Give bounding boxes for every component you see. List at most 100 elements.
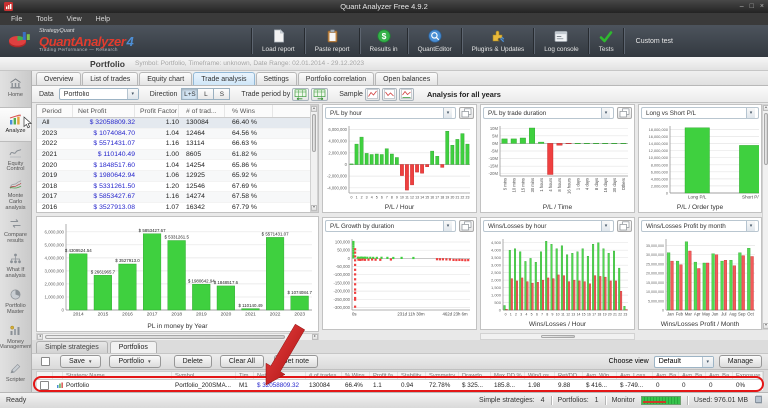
maximize-button[interactable]: □	[750, 2, 754, 12]
sidebar-item-what-if-analysis[interactable]: What If analysis	[0, 249, 31, 285]
sidebar-item-portfolio-master[interactable]: Portfolio Master	[0, 285, 31, 321]
save-button[interactable]: Save▼	[60, 355, 101, 368]
direction-option-l-s[interactable]: L+S	[181, 88, 198, 100]
row-checkbox[interactable]	[40, 381, 49, 390]
svg-text:16: 16	[430, 196, 434, 200]
copy-chart-button[interactable]	[617, 107, 632, 119]
menu-help[interactable]: Help	[89, 16, 117, 23]
sample-out-button[interactable]	[399, 88, 414, 101]
svg-text:6: 6	[381, 196, 383, 200]
direction-option-s[interactable]: S	[213, 88, 230, 100]
svg-text:100,000: 100,000	[335, 240, 351, 245]
middle-horizontal-scrollbar[interactable]	[480, 333, 635, 340]
svg-text:4,000,000: 4,000,000	[328, 139, 347, 144]
tab-trade-analysis[interactable]: Trade analysis	[193, 72, 254, 85]
toolbar-button-paste-report[interactable]: Paste report	[307, 25, 358, 57]
sample-in-button[interactable]	[382, 88, 397, 101]
toolbar-separator	[304, 28, 306, 54]
svg-text:1: 1	[510, 313, 512, 317]
close-button[interactable]: ×	[760, 2, 764, 12]
equity-control-icon	[9, 147, 22, 161]
sidebar-item-monte-carlo-analysis[interactable]: Monte Carlo analysis	[0, 178, 31, 214]
svg-text:2021: 2021	[245, 312, 256, 318]
svg-text:2017: 2017	[147, 312, 158, 318]
delete-button[interactable]: Delete	[174, 355, 212, 368]
svg-text:19: 19	[603, 313, 607, 317]
sidebar-item-compare-results[interactable]: Compare results	[0, 213, 31, 249]
toolbar-button-load-report[interactable]: Load report	[254, 25, 303, 57]
table-cell: 16342	[179, 204, 225, 211]
menu-file[interactable]: File	[4, 16, 29, 23]
sidebar-item-home[interactable]: Home	[0, 71, 31, 107]
minimize-button[interactable]: –	[740, 2, 744, 12]
table-row[interactable]: 2017$ 5853427.671.161427467.58 %	[37, 192, 310, 203]
copy-chart-button[interactable]	[617, 220, 632, 232]
tab-open-balances[interactable]: Open balances	[375, 72, 438, 85]
svg-text:-250,000: -250,000	[333, 297, 350, 302]
trade-period-day-button[interactable]	[292, 88, 309, 101]
chart-title-select[interactable]: P/L by trade duration▾	[483, 107, 614, 119]
table-cell: 0	[653, 380, 679, 390]
copy-chart-button[interactable]	[459, 107, 474, 119]
toolbar-button-results-in[interactable]: $Results in	[362, 25, 406, 57]
table-row[interactable]: 2023$ 1074084.701.041246464.56 %	[37, 129, 310, 140]
set-note-button[interactable]: Set note	[274, 355, 318, 368]
chart-title-select[interactable]: Wins/Losses by hour▾	[483, 220, 614, 232]
table-cell: 1.04	[135, 162, 179, 169]
trade-period-month-button[interactable]	[311, 88, 328, 101]
toolbar-button-plugins-updates[interactable]: Plugins & Updates	[464, 25, 533, 57]
table-row[interactable]: 2018$ 5331261.501.201254667.69 %	[37, 182, 310, 193]
manage-button[interactable]: Manage	[719, 355, 762, 368]
copy-chart-button[interactable]	[459, 220, 474, 232]
sidebar-item-money-management[interactable]: Money Management	[0, 320, 31, 356]
table-row[interactable]: 2021$ 110140.491.00860561.82 %	[37, 150, 310, 161]
tab-equity-chart[interactable]: Equity chart	[139, 72, 192, 85]
tab-portfolios[interactable]: Portfolios	[110, 341, 157, 353]
clear-all-button[interactable]: Clear All	[220, 355, 264, 368]
select-all-checkbox[interactable]	[41, 357, 50, 366]
table-cell: 2018	[37, 183, 73, 190]
toolbar-button-quanteditor[interactable]: QuantEditor	[410, 25, 460, 57]
period-table-scrollbar[interactable]: ▲ ▼	[310, 105, 318, 212]
table-row[interactable]: 2019$ 1980642.941.061292565.92 %	[37, 171, 310, 182]
chart-title-select[interactable]: Long vs Short P/L▾	[641, 107, 759, 119]
monitor-label: Monitor	[612, 397, 635, 404]
column-header: Ret/DD	[555, 372, 583, 379]
toolbar-button-label: Log console	[544, 46, 578, 53]
tab-simple-strategies[interactable]: Simple strategies	[36, 341, 108, 353]
chart-title-select[interactable]: P/L by hour▾	[325, 107, 456, 119]
column-header: Net profit	[254, 372, 306, 379]
sidebar-item-equity-control[interactable]: Equity Control	[0, 142, 31, 178]
portfolio-button[interactable]: Portfolio▼	[109, 355, 160, 368]
table-row[interactable]: 2016$ 3527913.081.071634267.79 %	[37, 203, 310, 213]
column-header: % Wins	[342, 372, 370, 379]
direction-option-l[interactable]: L	[197, 88, 214, 100]
chevron-down-icon: ▾	[443, 108, 452, 118]
chart-title-select[interactable]: Wins/Losses Profit by month▾	[641, 220, 759, 232]
sidebar-item-analyze[interactable]: Analyze	[0, 107, 31, 143]
chart-title-select[interactable]: P/L Growth by duration▾	[325, 220, 456, 232]
table-row[interactable]: 2020$ 1848517.601.041425465.86 %	[37, 160, 310, 171]
view-select[interactable]: Default ▾	[654, 356, 714, 368]
svg-text:$ 110140.49: $ 110140.49	[238, 303, 263, 308]
tab-overview[interactable]: Overview	[36, 72, 81, 85]
table-row[interactable]: All$ 32058809.321.1013008466.40 %	[37, 118, 310, 129]
tab-settings[interactable]: Settings	[256, 72, 297, 85]
menu-tools[interactable]: Tools	[29, 16, 59, 23]
toolbar-separator	[588, 28, 590, 54]
toolbar-button-tests[interactable]: Tests	[591, 25, 622, 57]
tab-list-of-trades[interactable]: List of trades	[82, 72, 138, 85]
data-source-select[interactable]: Portfolio ▾	[59, 88, 139, 100]
sample-all-button[interactable]	[365, 88, 380, 101]
main-vertical-scrollbar[interactable]: ▲ ▼	[762, 104, 768, 330]
sidebar-item-scripter[interactable]: Scripter	[0, 356, 31, 392]
toolbar-button-log-console[interactable]: Log console	[536, 25, 586, 57]
tab-portfolio-correlation[interactable]: Portfolio correlation	[298, 72, 374, 85]
svg-text:6,000,000: 6,000,000	[651, 169, 668, 174]
table-row[interactable]: 2022$ 5571431.071.161311466.63 %	[37, 139, 310, 150]
svg-text:10: 10	[400, 196, 404, 200]
svg-text:Oct: Oct	[747, 312, 754, 317]
menu-view[interactable]: View	[60, 16, 89, 23]
strategies-table-row[interactable]: PortfolioPortfolio_200SMA...M1$ 32058809…	[36, 380, 764, 391]
sidebar-item-label: Compare results	[1, 233, 30, 245]
